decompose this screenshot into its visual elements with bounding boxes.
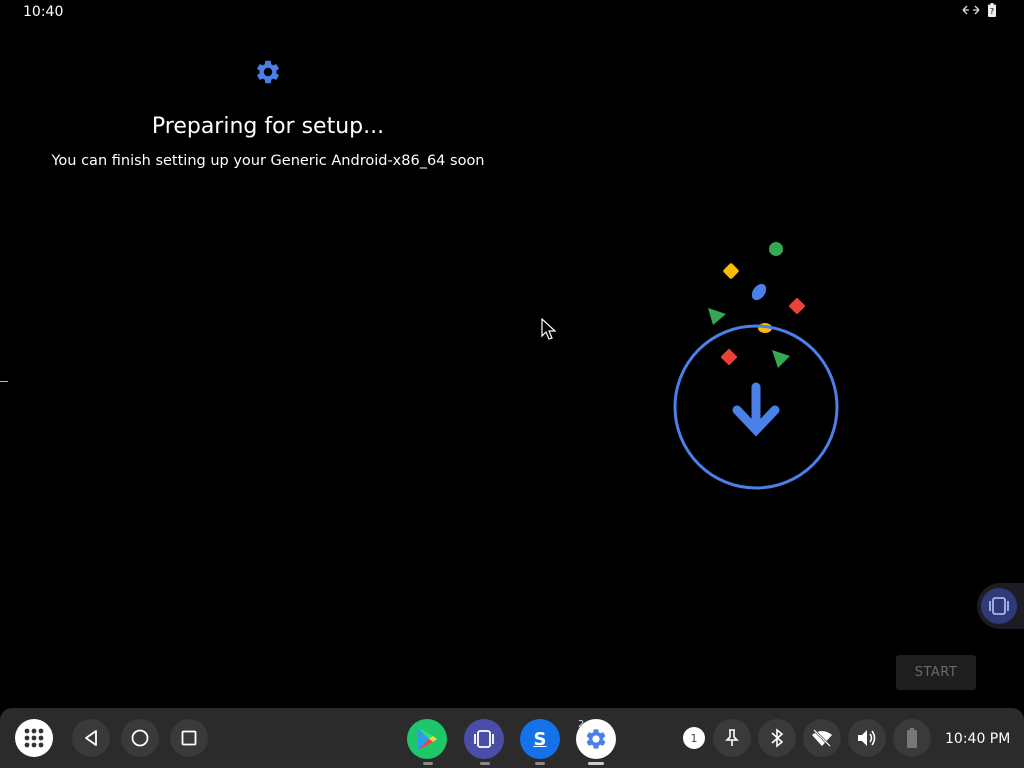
active-indicator: [588, 762, 604, 765]
running-indicator: [423, 762, 433, 765]
confetti-blue-pill: [751, 283, 767, 301]
skype-app[interactable]: S: [520, 719, 560, 759]
recents-icon: [181, 730, 197, 746]
play-store-app[interactable]: [407, 719, 447, 759]
screen: 10:40 ? Preparing for setup... You can f…: [0, 0, 1024, 768]
status-time: 10:40: [23, 4, 64, 20]
settings-badge: 2: [578, 719, 585, 730]
volume-icon: [858, 730, 876, 746]
page-title: Preparing for setup...: [151, 114, 385, 139]
home-button[interactable]: [121, 719, 159, 757]
edge-handle[interactable]: [0, 381, 8, 382]
play-store-icon: [418, 728, 437, 750]
status-icons: ?: [962, 3, 996, 17]
running-indicator: [480, 762, 490, 765]
pin-icon: [725, 729, 739, 746]
back-icon: [85, 730, 97, 746]
recents-button[interactable]: [170, 719, 208, 757]
app-drawer-button[interactable]: [15, 719, 53, 757]
confetti-green-triangle: [708, 308, 726, 325]
settings-icon: [586, 729, 606, 749]
bluetooth-icon: [771, 728, 784, 748]
taskbar-clock[interactable]: 10:40 PM: [945, 731, 1010, 747]
start-button[interactable]: START: [896, 655, 976, 690]
wifi-off-icon: [812, 729, 832, 747]
home-icon: [131, 729, 149, 747]
mouse-cursor-icon: [541, 317, 557, 346]
skype-icon: S: [533, 728, 547, 750]
floating-screen-button[interactable]: [977, 583, 1024, 629]
app-drawer-icon: [24, 728, 44, 748]
wifi-button[interactable]: [803, 719, 841, 757]
running-indicator: [535, 762, 545, 765]
back-button[interactable]: [72, 719, 110, 757]
page-subtitle: You can finish setting up your Generic A…: [51, 153, 485, 169]
screen-icon: [474, 730, 494, 748]
battery-button[interactable]: [893, 719, 931, 757]
confetti-green-triangle: [772, 350, 790, 368]
confetti-yellow-diamond: [723, 263, 739, 279]
battery-unknown-icon: ?: [988, 3, 996, 17]
volume-button[interactable]: [848, 719, 886, 757]
bluetooth-button[interactable]: [758, 719, 796, 757]
download-arrow-icon: [732, 382, 780, 437]
screen-icon: [981, 588, 1017, 624]
confetti-red-diamond: [788, 297, 806, 315]
download-illustration: [660, 230, 860, 500]
screen-app[interactable]: [464, 719, 504, 759]
svg-text:?: ?: [990, 7, 994, 16]
confetti-green-dot: [769, 242, 783, 256]
confetti-red-diamond: [720, 348, 738, 366]
gear-icon: [254, 58, 282, 86]
pin-button[interactable]: [713, 719, 751, 757]
battery-icon: [907, 728, 917, 748]
notification-count-badge[interactable]: 1: [683, 727, 705, 749]
data-transfer-icon: [962, 4, 980, 16]
